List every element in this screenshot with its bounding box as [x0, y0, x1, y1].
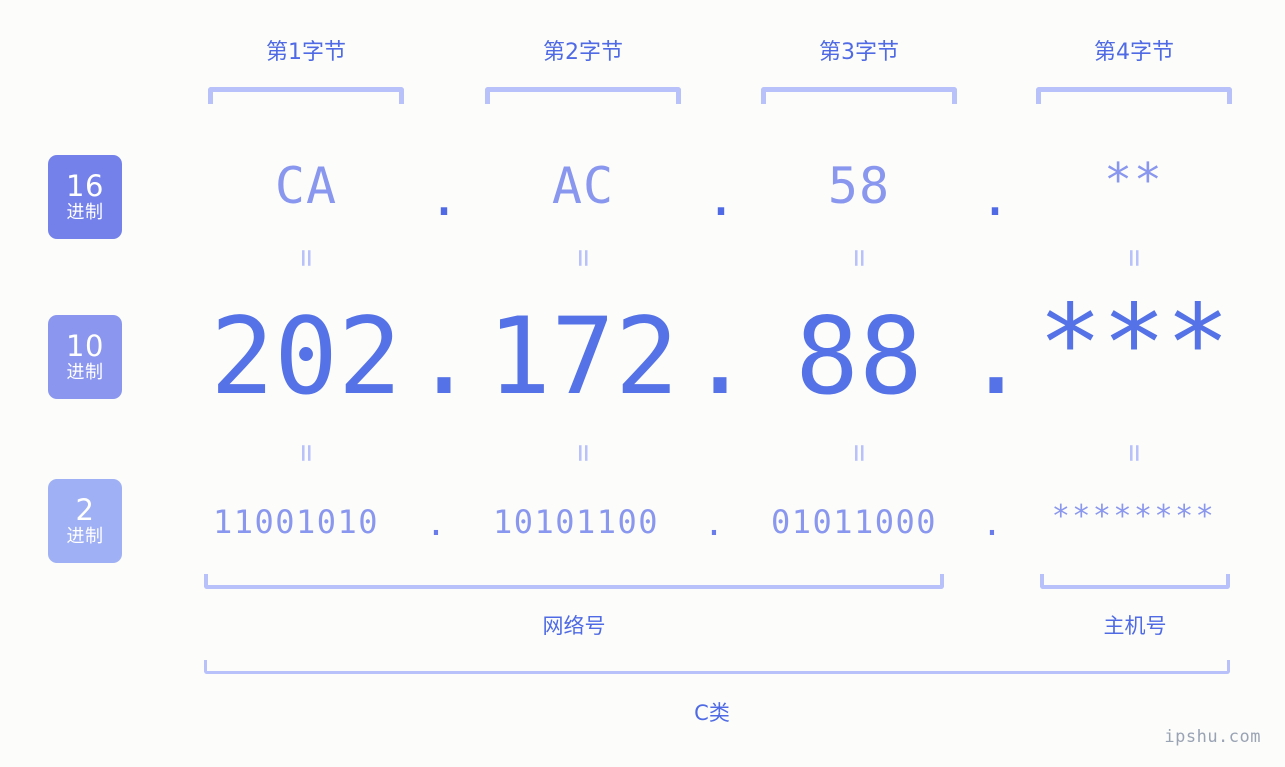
equals-dec-bin-4: = — [1117, 443, 1152, 463]
equals-hex-dec-4: = — [1117, 248, 1152, 268]
hex-byte-3: 58 — [827, 157, 891, 215]
address-class-bracket — [204, 660, 1230, 674]
base-badge-binary-number: 2 — [75, 493, 95, 527]
binary-separator-1: . — [425, 504, 447, 544]
site-watermark: ipshu.com — [1164, 727, 1261, 747]
hex-byte-1: CA — [274, 157, 338, 215]
byte-bracket-1 — [208, 87, 404, 104]
binary-byte-2: 10101100 — [492, 503, 660, 541]
byte-header-label-4: 第4字节 — [1094, 40, 1174, 65]
byte-header-label-2: 第2字节 — [543, 40, 623, 65]
base-badge-binary-suffix: 进制 — [66, 526, 104, 547]
binary-byte-3: 01011000 — [770, 503, 938, 541]
byte-header-label-3: 第3字节 — [819, 40, 899, 65]
byte-bracket-3 — [761, 87, 957, 104]
byte-bracket-4 — [1036, 87, 1232, 104]
equals-dec-bin-2: = — [566, 443, 601, 463]
equals-hex-dec-1: = — [289, 248, 324, 268]
network-portion-bracket — [204, 574, 944, 589]
decimal-byte-4: *** — [1038, 282, 1230, 405]
base-badge-decimal[interactable]: 10 进制 — [48, 315, 122, 399]
byte-header-label-1: 第1字节 — [266, 40, 346, 65]
decimal-byte-3: 88 — [795, 295, 923, 418]
host-portion-bracket — [1040, 574, 1230, 589]
base-badge-decimal-suffix: 进制 — [66, 362, 104, 383]
binary-byte-1: 11001010 — [212, 503, 380, 541]
network-portion-label: 网络号 — [542, 614, 606, 638]
decimal-byte-1: 202 — [210, 295, 402, 418]
hex-byte-4: ** — [1104, 153, 1164, 207]
equals-dec-bin-1: = — [289, 443, 324, 463]
equals-hex-dec-3: = — [842, 248, 877, 268]
equals-hex-dec-2: = — [566, 248, 601, 268]
host-portion-label: 主机号 — [1103, 614, 1167, 638]
base-badge-decimal-number: 10 — [66, 329, 104, 363]
binary-byte-4: ******** — [1051, 499, 1217, 534]
binary-separator-2: . — [703, 504, 725, 544]
base-badge-hex-number: 16 — [66, 169, 104, 203]
base-badge-hex-suffix: 进制 — [66, 202, 104, 223]
byte-bracket-2 — [485, 87, 681, 104]
decimal-byte-2: 172 — [487, 295, 679, 418]
hex-separator-1: . — [428, 168, 460, 228]
base-badge-binary[interactable]: 2 进制 — [48, 479, 122, 563]
base-badge-hex[interactable]: 16 进制 — [48, 155, 122, 239]
ip-breakdown-diagram: 第1字节 第2字节 第3字节 第4字节 16 进制 10 进制 2 进制 CA … — [0, 0, 1285, 767]
hex-byte-2: AC — [551, 157, 615, 215]
hex-separator-2: . — [705, 168, 737, 228]
address-class-label: C类 — [694, 701, 730, 725]
equals-dec-bin-3: = — [842, 443, 877, 463]
decimal-separator-2: . — [688, 295, 752, 418]
hex-separator-3: . — [979, 168, 1011, 228]
binary-separator-3: . — [981, 504, 1003, 544]
